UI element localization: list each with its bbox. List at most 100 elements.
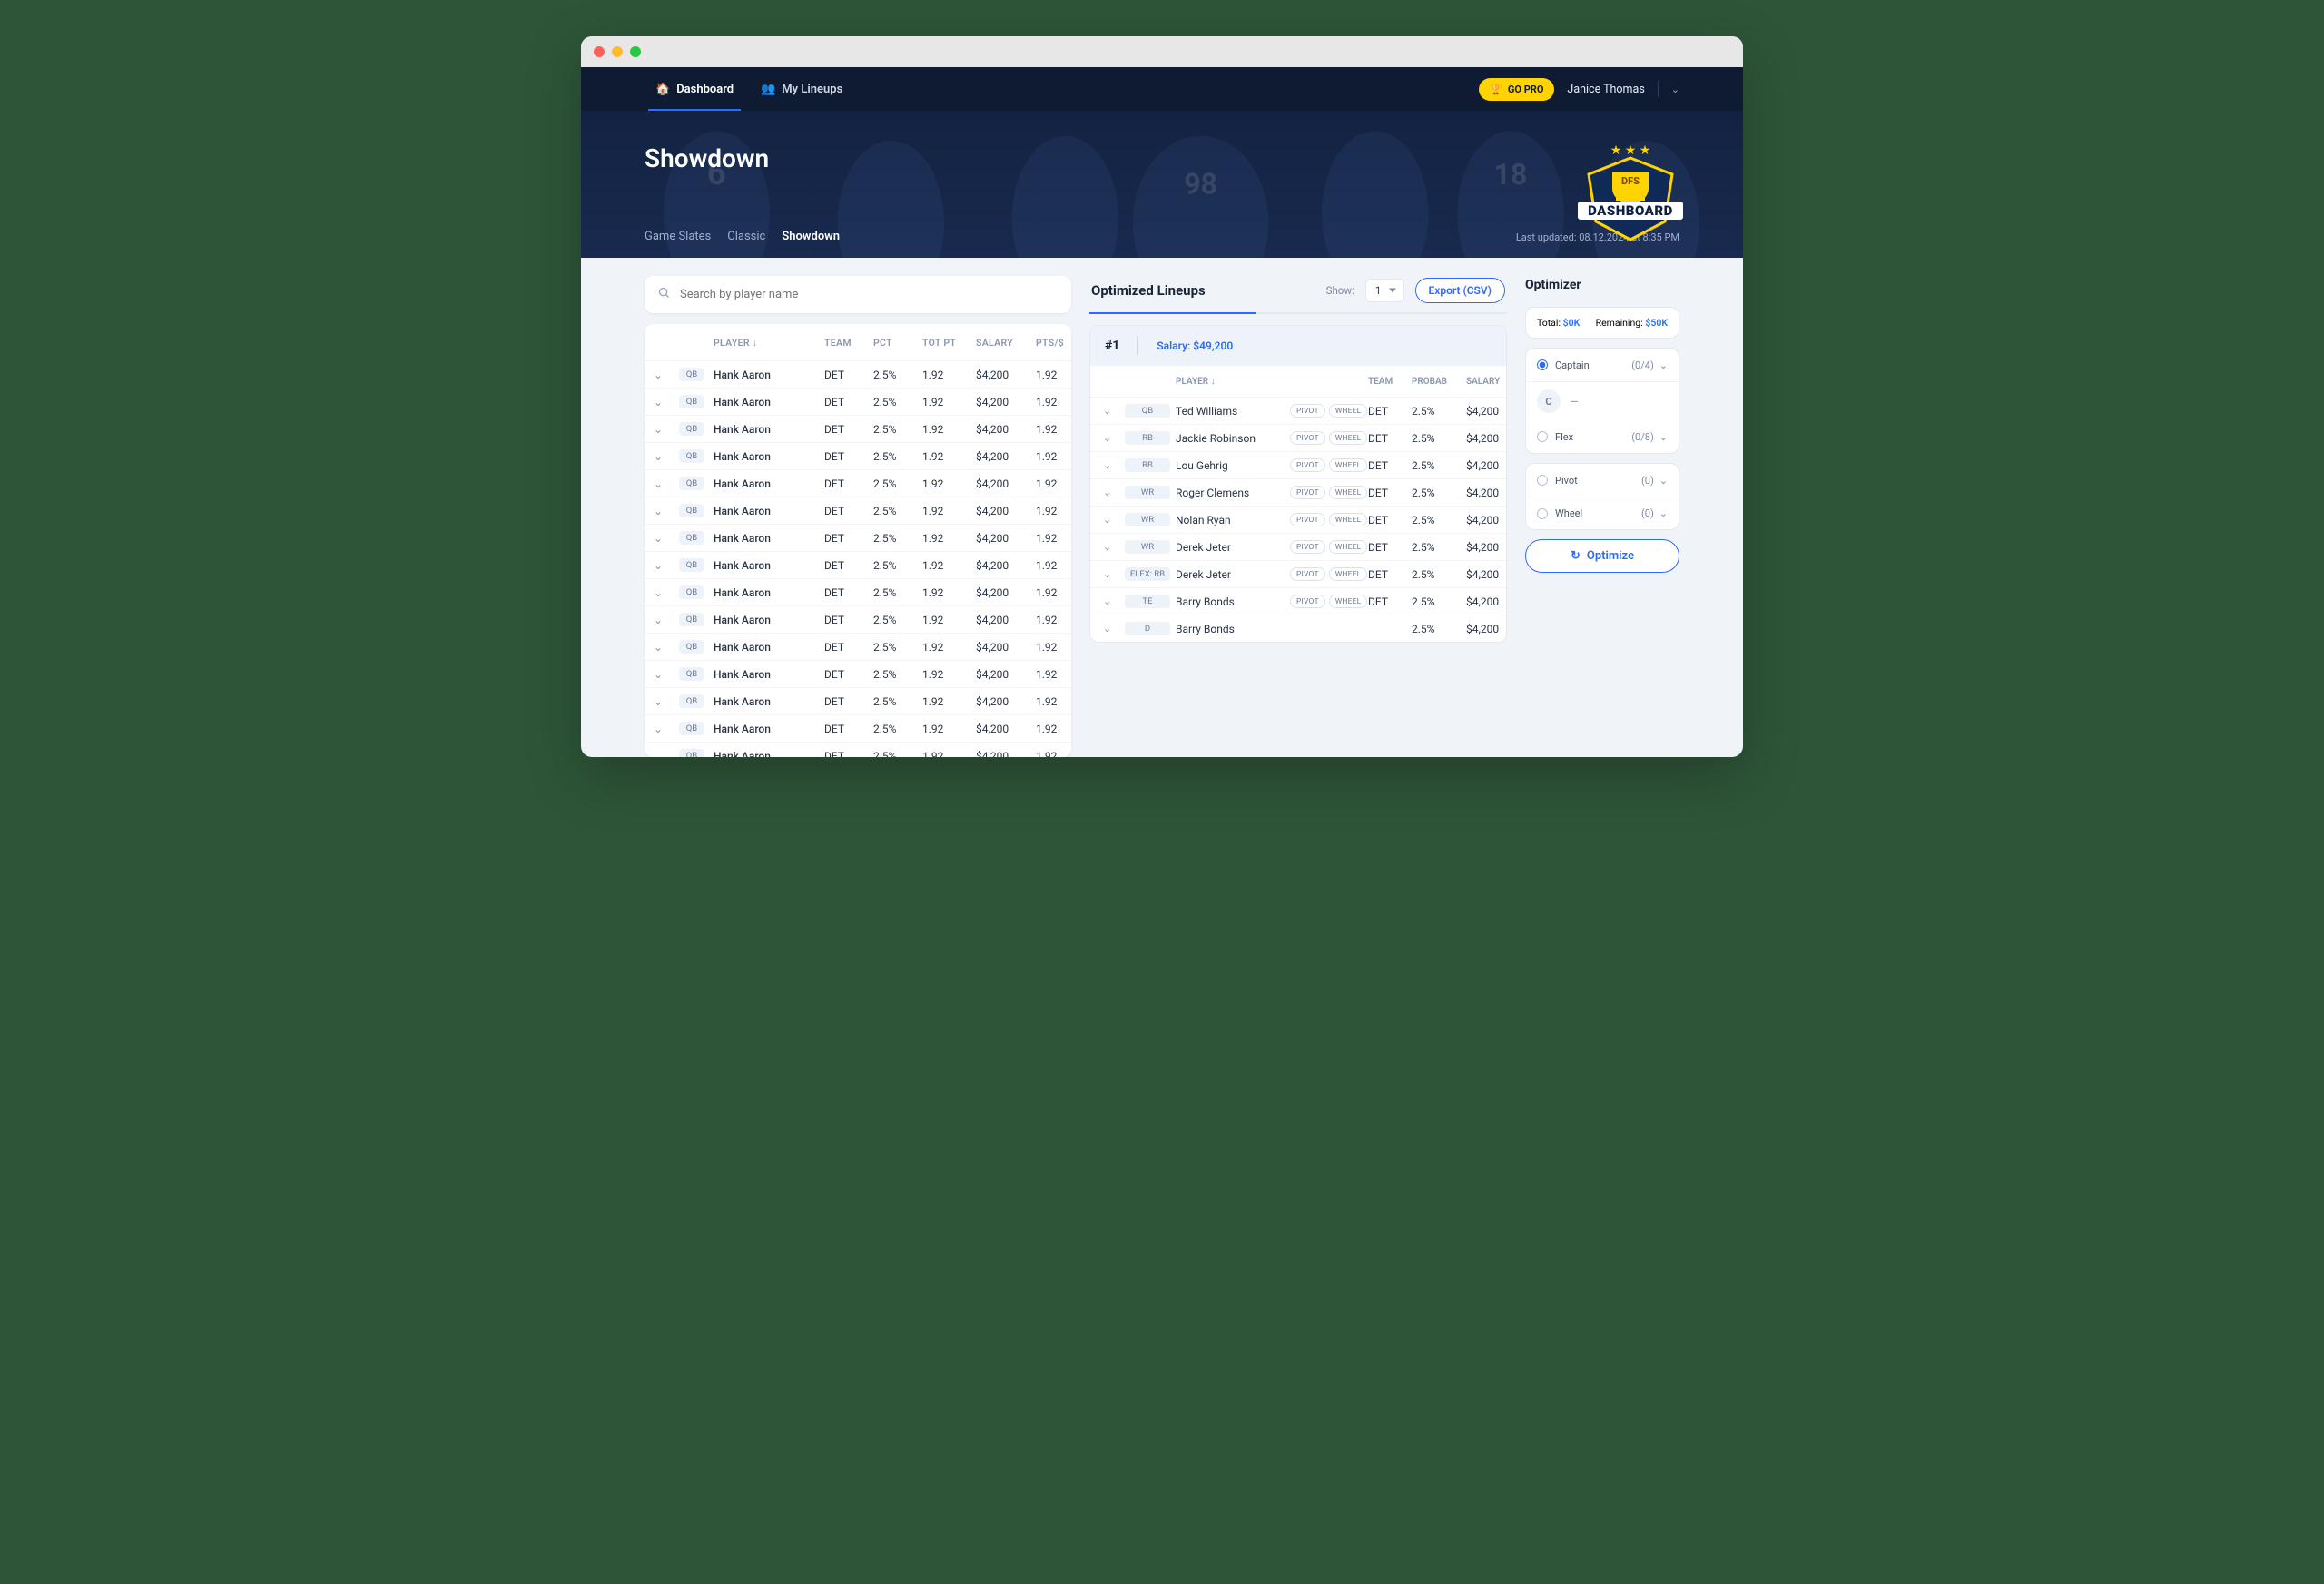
wheel-pill[interactable]: WHEEL [1329,431,1368,445]
player-pct: 2.5% [873,450,919,463]
wheel-pill[interactable]: WHEEL [1329,513,1368,526]
player-team: DET [824,695,870,708]
user-name[interactable]: Janice Thomas [1567,83,1644,96]
pivot-pill[interactable]: PIVOT [1290,404,1325,418]
col-salary[interactable]: SALARY [976,337,1032,349]
pivot-pill[interactable]: PIVOT [1290,595,1325,608]
expand-row-icon[interactable]: ⌄ [654,586,675,599]
expand-row-icon[interactable]: ⌄ [654,423,675,436]
expand-row-icon[interactable]: ⌄ [654,723,675,735]
lineup-player-name[interactable]: Nolan Ryan [1176,514,1285,526]
pivot-pill[interactable]: PIVOT [1290,513,1325,526]
expand-row-icon[interactable]: ⌄ [654,369,675,381]
expand-row-icon[interactable]: ⌄ [654,532,675,545]
expand-row-icon[interactable]: ⌄ [1103,595,1119,607]
lineup-player-name[interactable]: Ted Williams [1176,405,1285,418]
player-name[interactable]: Hank Aaron [714,695,821,708]
player-name[interactable]: Hank Aaron [714,668,821,681]
expand-row-icon[interactable]: ⌄ [654,396,675,408]
lineup-player-name[interactable]: Lou Gehrig [1176,459,1285,472]
wheel-pill[interactable]: WHEEL [1329,567,1368,581]
expand-row-icon[interactable]: ⌄ [654,668,675,681]
expand-row-icon[interactable]: ⌄ [654,477,675,490]
player-name[interactable]: Hank Aaron [714,369,821,381]
lcol-salary[interactable]: SALARY [1466,377,1507,387]
expand-row-icon[interactable]: ⌄ [654,505,675,517]
expand-row-icon[interactable]: ⌄ [1103,514,1119,526]
search-input[interactable] [680,288,1059,301]
expand-row-icon[interactable]: ⌄ [654,614,675,626]
player-name[interactable]: Hank Aaron [714,723,821,735]
expand-row-icon[interactable]: ⌄ [654,641,675,654]
col-pct[interactable]: PCT [873,337,919,349]
show-select[interactable]: 1 [1365,279,1404,302]
pivot-pill[interactable]: PIVOT [1290,540,1325,554]
captain-slot[interactable]: C – [1526,381,1679,420]
lineup-player-name[interactable]: Jackie Robinson [1176,432,1285,445]
expand-row-icon[interactable]: ⌄ [1103,487,1119,498]
pivot-pill[interactable]: PIVOT [1290,431,1325,445]
optimizer-pivot-row[interactable]: Pivot (0)⌄ [1526,464,1679,497]
expand-row-icon[interactable]: ⌄ [1103,432,1119,444]
lineup-player-name[interactable]: Derek Jeter [1176,568,1285,581]
player-name[interactable]: Hank Aaron [714,614,821,626]
player-name[interactable]: Hank Aaron [714,423,821,436]
position-badge: RB [1125,431,1170,445]
go-pro-button[interactable]: 🏆 GO PRO [1479,78,1554,101]
tab-game-slates[interactable]: Game Slates [645,230,711,243]
pivot-pill[interactable]: PIVOT [1290,486,1325,499]
player-totpt: 1.92 [922,668,972,681]
wheel-pill[interactable]: WHEEL [1329,404,1368,418]
maximize-dot-icon[interactable] [630,46,641,57]
expand-row-icon[interactable]: ⌄ [654,450,675,463]
nav-dashboard[interactable]: 🏠 Dashboard [645,67,744,111]
optimizer-flex-row[interactable]: Flex (0/8)⌄ [1526,420,1679,453]
lineup-player-name[interactable]: Derek Jeter [1176,541,1285,554]
lineup-player-name[interactable]: Barry Bonds [1176,595,1285,608]
expand-row-icon[interactable]: ⌄ [654,750,675,758]
pivot-pill[interactable]: PIVOT [1290,567,1325,581]
col-totpt[interactable]: TOT PT [922,337,972,349]
lcol-probab[interactable]: PROBAB [1412,377,1461,387]
expand-row-icon[interactable]: ⌄ [654,695,675,708]
lineup-player-name[interactable]: Barry Bonds [1176,623,1285,635]
expand-row-icon[interactable]: ⌄ [1103,405,1119,417]
col-player[interactable]: PLAYER ↓ [714,337,821,349]
expand-row-icon[interactable]: ⌄ [1103,459,1119,471]
wheel-pill[interactable]: WHEEL [1329,458,1368,472]
expand-row-icon[interactable]: ⌄ [1103,541,1119,553]
player-name[interactable]: Hank Aaron [714,586,821,599]
lineup-player-name[interactable]: Roger Clemens [1176,487,1285,499]
pivot-pill[interactable]: PIVOT [1290,458,1325,472]
expand-row-icon[interactable]: ⌄ [1103,568,1119,580]
close-dot-icon[interactable] [594,46,605,57]
user-menu-chevron-icon[interactable]: ⌄ [1671,84,1679,95]
optimizer-wheel-row[interactable]: Wheel (0)⌄ [1526,497,1679,529]
player-salary: $4,200 [976,668,1032,681]
expand-row-icon[interactable]: ⌄ [1103,623,1119,635]
nav-mylineups[interactable]: 👥 My Lineups [750,67,853,111]
lcol-team[interactable]: TEAM [1368,377,1406,387]
wheel-pill[interactable]: WHEEL [1329,540,1368,554]
player-search[interactable] [645,276,1071,313]
player-name[interactable]: Hank Aaron [714,750,821,758]
col-team[interactable]: TEAM [824,337,870,349]
tab-classic[interactable]: Classic [727,230,765,243]
player-name[interactable]: Hank Aaron [714,505,821,517]
player-name[interactable]: Hank Aaron [714,532,821,545]
lcol-player[interactable]: PLAYER ↓ [1176,377,1285,387]
player-name[interactable]: Hank Aaron [714,641,821,654]
expand-row-icon[interactable]: ⌄ [654,559,675,572]
export-csv-button[interactable]: Export (CSV) [1415,278,1505,303]
player-name[interactable]: Hank Aaron [714,559,821,572]
player-name[interactable]: Hank Aaron [714,396,821,408]
player-name[interactable]: Hank Aaron [714,477,821,490]
tab-showdown[interactable]: Showdown [782,230,840,243]
wheel-pill[interactable]: WHEEL [1329,486,1368,499]
optimizer-captain-row[interactable]: Captain (0/4)⌄ [1526,349,1679,381]
minimize-dot-icon[interactable] [612,46,623,57]
wheel-pill[interactable]: WHEEL [1329,595,1368,608]
optimize-button[interactable]: ↻ Optimize [1525,539,1679,573]
player-name[interactable]: Hank Aaron [714,450,821,463]
col-pts[interactable]: PTS/$ [1036,337,1071,349]
